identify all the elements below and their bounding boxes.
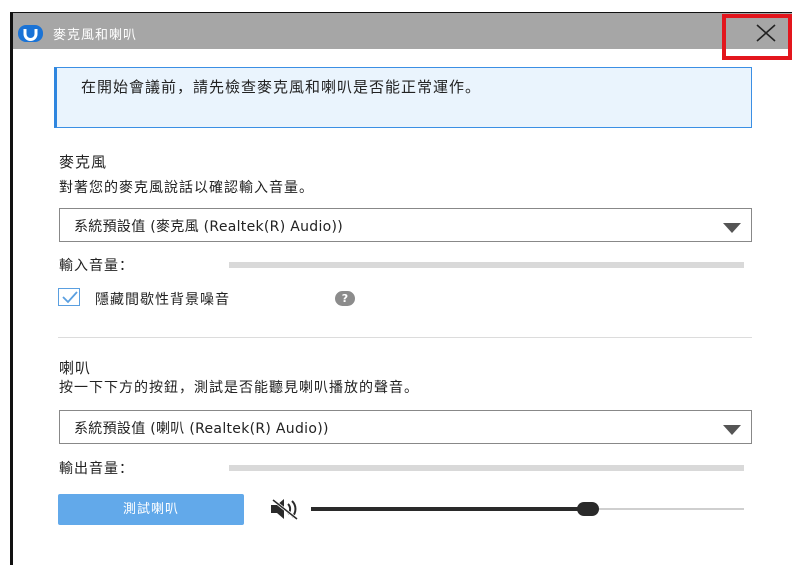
section-divider	[58, 337, 752, 338]
dialog-window: 麥克風和喇叭 在開始會議前，請先檢查麥克風和喇叭是否能正常運作。 麥克風 對著您…	[0, 0, 792, 565]
chevron-down-icon	[723, 425, 741, 435]
input-level-label: 輸入音量：	[59, 258, 134, 274]
speaker-description: 按一下下方的按鈕，測試是否能聽見喇叭播放的聲音。	[59, 380, 419, 396]
microphone-device-value: 系統預設值 (麥克風 (Realtek(R) Audio))	[74, 219, 344, 235]
microphone-device-select[interactable]: 系統預設值 (麥克風 (Realtek(R) Audio))	[59, 208, 752, 242]
output-level-label: 輸出音量：	[59, 461, 134, 477]
suppress-noise-checkbox[interactable]	[58, 288, 80, 306]
info-message: 在開始會議前，請先檢查麥克風和喇叭是否能正常運作。	[81, 78, 482, 96]
output-level-meter	[229, 465, 744, 471]
speaker-device-value: 系統預設值 (喇叭 (Realtek(R) Audio))	[74, 421, 329, 437]
help-icon[interactable]: ?	[335, 291, 355, 306]
window-title: 麥克風和喇叭	[53, 28, 138, 43]
test-speaker-button[interactable]: 測試喇叭	[58, 494, 244, 525]
volume-slider-thumb[interactable]	[577, 502, 600, 516]
speaker-device-select[interactable]: 系統預設值 (喇叭 (Realtek(R) Audio))	[59, 410, 752, 444]
microphone-description: 對著您的麥克風說話以確認輸入音量。	[59, 180, 314, 196]
volume-slider-fill	[311, 507, 589, 511]
microphone-section-title: 麥克風	[59, 153, 108, 171]
close-icon[interactable]	[754, 22, 778, 44]
speaker-mute-icon[interactable]	[269, 497, 301, 521]
app-logo-icon	[18, 25, 43, 42]
suppress-noise-label[interactable]: 隱藏間歇性背景噪音	[95, 289, 230, 309]
speaker-section-title: 喇叭	[59, 359, 92, 377]
chevron-down-icon	[723, 223, 741, 233]
info-banner: 在開始會議前，請先檢查麥克風和喇叭是否能正常運作。	[54, 67, 752, 128]
window-border-left	[10, 12, 13, 565]
input-level-meter	[229, 262, 744, 268]
checkmark-icon	[62, 291, 78, 304]
